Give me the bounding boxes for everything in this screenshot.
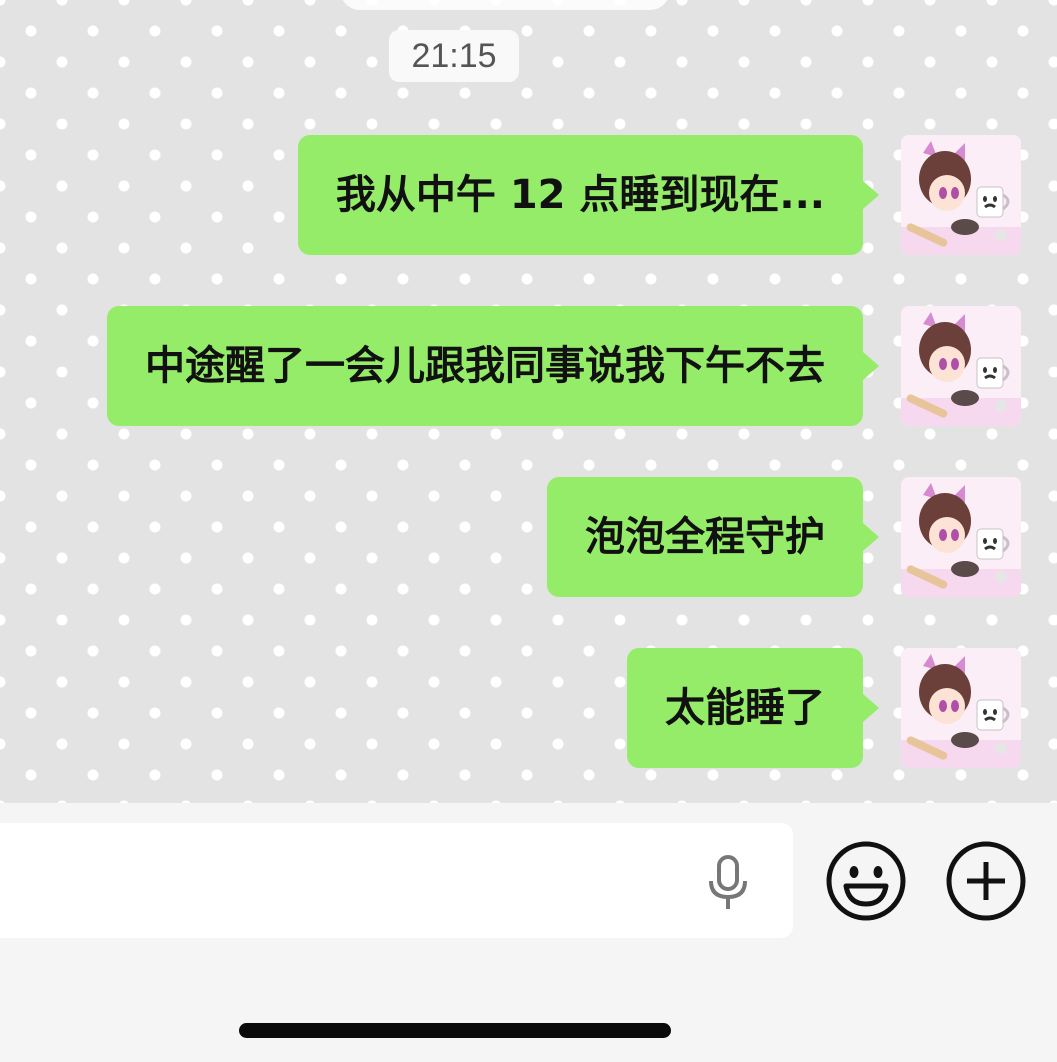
avatar-image [901, 135, 1021, 255]
message-bubble[interactable]: 太能睡了 [627, 648, 879, 768]
avatar-image [901, 306, 1021, 426]
avatar[interactable] [901, 306, 1021, 426]
avatar-image [901, 477, 1021, 597]
message-bubble[interactable]: 中途醒了一会儿跟我同事说我下午不去 [107, 306, 879, 426]
top-partial-element [340, 0, 670, 10]
message-row: 泡泡全程守护 [547, 477, 1021, 597]
input-bar [0, 803, 1057, 1062]
microphone-icon[interactable] [706, 855, 750, 911]
avatar[interactable] [901, 135, 1021, 255]
message-row: 我从中午 12 点睡到现在... [297, 135, 1021, 255]
avatar[interactable] [901, 648, 1021, 768]
timestamp-badge: 21:15 [389, 30, 519, 82]
chat-area[interactable]: 21:15 我从中午 12 点睡到现在... 中途醒了一会儿跟我同事说我下午不去… [0, 0, 1057, 803]
message-row: 中途醒了一会儿跟我同事说我下午不去 [107, 306, 1021, 426]
plus-icon[interactable] [945, 840, 1027, 922]
emoji-icon[interactable] [825, 840, 907, 922]
message-bubble[interactable]: 泡泡全程守护 [547, 477, 879, 597]
avatar-image [901, 648, 1021, 768]
message-input[interactable] [0, 823, 793, 938]
home-indicator [239, 1023, 671, 1038]
avatar[interactable] [901, 477, 1021, 597]
message-bubble[interactable]: 我从中午 12 点睡到现在... [297, 135, 880, 255]
message-row: 太能睡了 [627, 648, 1021, 768]
